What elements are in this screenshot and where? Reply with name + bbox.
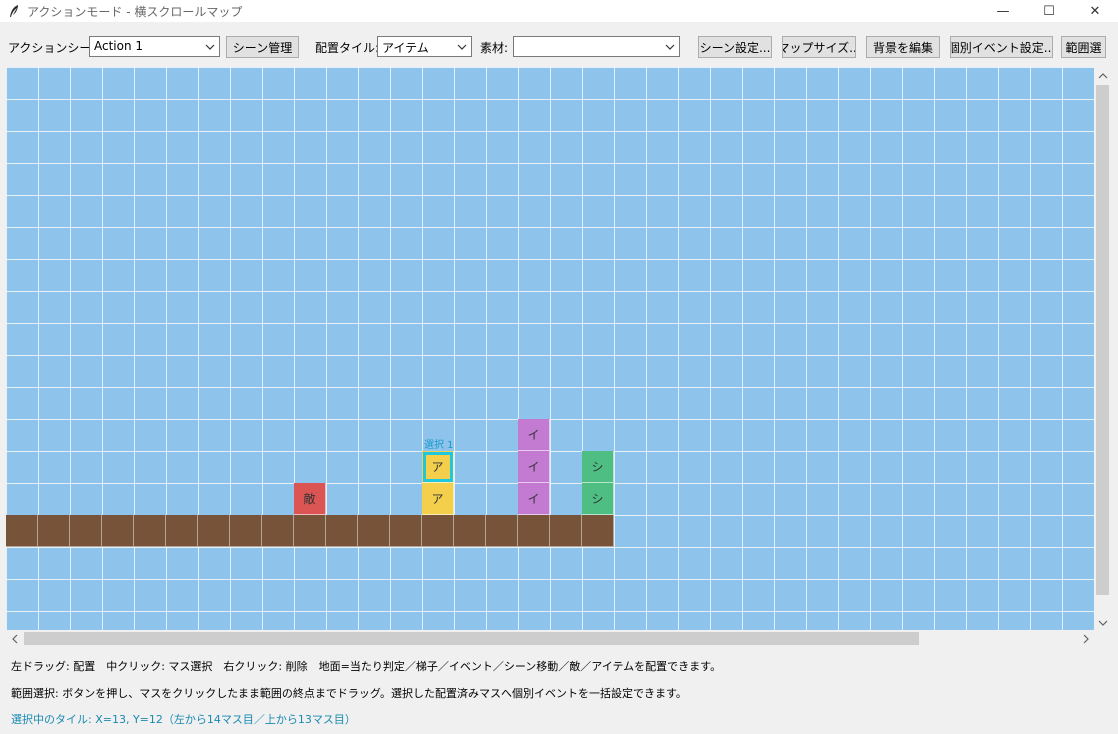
ground-tile[interactable]: [550, 515, 582, 547]
selected-tile-status: 選択中のタイル: X=13, Y=12（左から14マス目／上から13マス目）: [11, 713, 356, 726]
ground-tile[interactable]: [326, 515, 358, 547]
ladder-tile[interactable]: イ: [518, 419, 550, 451]
maximize-button[interactable]: ☐: [1026, 0, 1072, 22]
ground-tile[interactable]: [390, 515, 422, 547]
item-tile[interactable]: ア: [422, 483, 454, 515]
scene-select[interactable]: Action 1: [89, 36, 220, 57]
enemy-tile[interactable]: 敵: [294, 483, 326, 515]
ground-tile[interactable]: [166, 515, 198, 547]
map-size-button[interactable]: マップサイズ...: [782, 36, 856, 58]
help-text-controls: 左ドラッグ: 配置 中クリック: マス選択 右クリック: 削除 地面=当たり判定…: [11, 660, 722, 673]
ground-tile[interactable]: [422, 515, 454, 547]
scroll-down-icon[interactable]: [1094, 614, 1111, 631]
ground-tile[interactable]: [486, 515, 518, 547]
scene-settings-button[interactable]: シーン設定...: [698, 36, 772, 58]
material-label: 素材:: [480, 41, 509, 55]
title-bar: アクションモード - 横スクロールマップ — ☐ ✕: [0, 0, 1118, 22]
tile-select-value: アイテム: [382, 41, 429, 55]
selection-label: 選択 1: [424, 440, 454, 451]
ground-tile[interactable]: [262, 515, 294, 547]
edit-background-button[interactable]: 背景を編集: [866, 36, 940, 58]
toolbar: アクションシーン: Action 1 シーン管理 配置タイル: アイテム 素材:…: [0, 26, 1118, 66]
chevron-down-icon: [457, 44, 467, 50]
item-tile-selected[interactable]: ア: [422, 451, 454, 483]
ground-tile[interactable]: [198, 515, 230, 547]
scene-select-value: Action 1: [94, 39, 144, 53]
chevron-down-icon: [205, 44, 215, 50]
vertical-scroll-thumb[interactable]: [1096, 85, 1109, 595]
close-button[interactable]: ✕: [1072, 0, 1118, 22]
scene-move-tile[interactable]: シ: [582, 483, 614, 515]
scroll-up-icon[interactable]: [1094, 67, 1111, 84]
horizontal-scroll-thumb[interactable]: [24, 632, 919, 645]
horizontal-scrollbar[interactable]: [6, 630, 1094, 647]
ground-tile[interactable]: [582, 515, 614, 547]
scene-manage-button[interactable]: シーン管理: [226, 36, 299, 58]
ladder-tile[interactable]: イ: [518, 451, 550, 483]
window-title: アクションモード - 横スクロールマップ: [27, 4, 243, 19]
map-canvas[interactable]: 敵 選択 1 ア ア イ イ イ シ シ: [6, 67, 1094, 631]
ladder-tile[interactable]: イ: [518, 483, 550, 515]
help-text-range: 範囲選択: ボタンを押し、マスをクリックしたまま範囲の終点までドラッグ。選択した…: [11, 687, 687, 700]
ground-tile[interactable]: [102, 515, 134, 547]
ground-tile[interactable]: [358, 515, 390, 547]
feather-icon: [7, 4, 21, 18]
tile-label: 配置タイル:: [315, 41, 380, 55]
scene-move-tile[interactable]: シ: [582, 451, 614, 483]
scroll-right-icon[interactable]: [1077, 630, 1094, 647]
chevron-down-icon: [665, 44, 675, 50]
scroll-left-icon[interactable]: [6, 630, 23, 647]
ground-tile[interactable]: [294, 515, 326, 547]
vertical-scrollbar[interactable]: [1094, 67, 1111, 631]
ground-tile[interactable]: [454, 515, 486, 547]
range-select-button[interactable]: 範囲選: [1061, 36, 1106, 58]
minimize-button[interactable]: —: [980, 0, 1026, 22]
ground-row: [6, 515, 614, 547]
individual-event-button[interactable]: 個別イベント設定...: [950, 36, 1053, 58]
material-select[interactable]: [513, 36, 680, 57]
ground-tile[interactable]: [518, 515, 550, 547]
ground-tile[interactable]: [6, 515, 38, 547]
ground-tile[interactable]: [38, 515, 70, 547]
ground-tile[interactable]: [134, 515, 166, 547]
tile-select[interactable]: アイテム: [377, 36, 472, 57]
ground-tile[interactable]: [230, 515, 262, 547]
ground-tile[interactable]: [70, 515, 102, 547]
